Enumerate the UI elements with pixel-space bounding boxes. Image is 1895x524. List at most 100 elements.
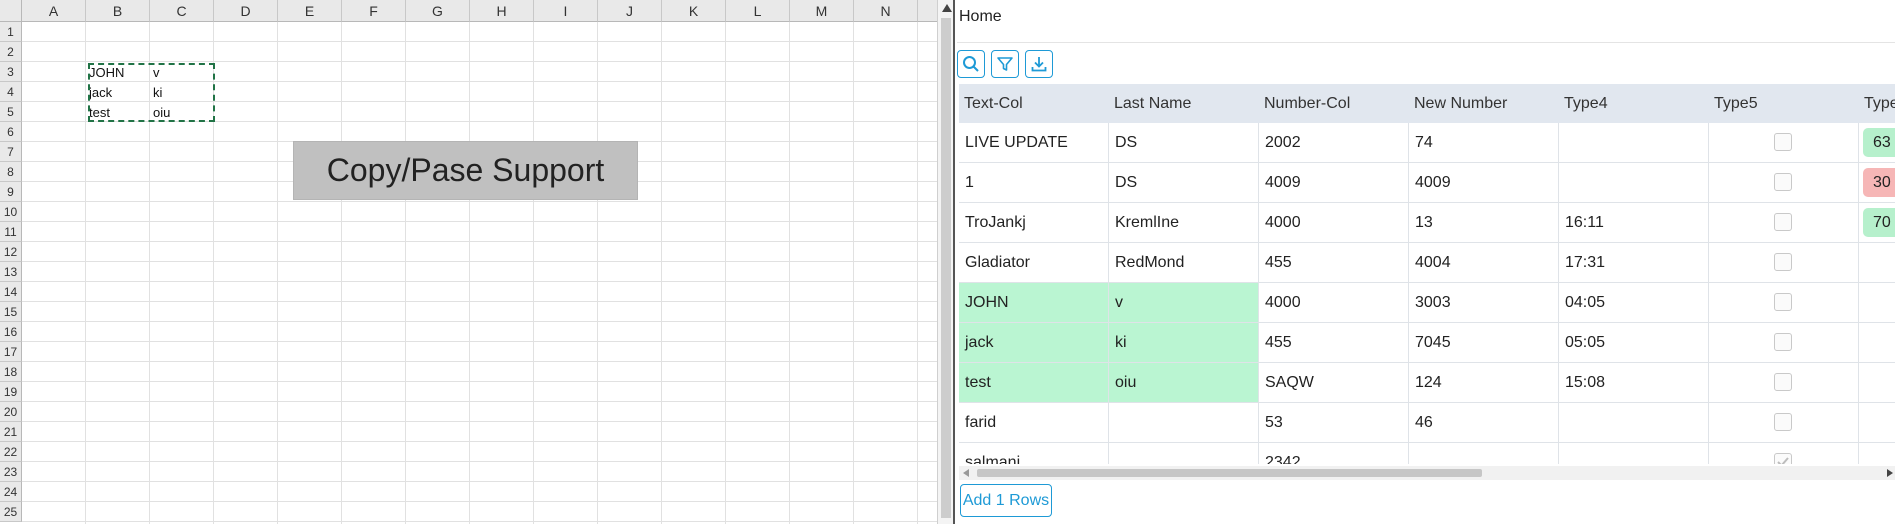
column-header-type5[interactable]: Type5 bbox=[1709, 84, 1859, 123]
row-header-16[interactable]: 16 bbox=[0, 322, 22, 342]
cell-last-name[interactable] bbox=[1109, 403, 1259, 442]
cell-text-col[interactable]: jack bbox=[959, 323, 1109, 362]
column-header-a[interactable]: A bbox=[22, 0, 86, 22]
cell-last-name[interactable]: DS bbox=[1109, 163, 1259, 202]
cell-text-col[interactable]: test bbox=[959, 363, 1109, 402]
column-header-l[interactable]: L bbox=[726, 0, 790, 22]
column-header-n[interactable]: N bbox=[854, 0, 918, 22]
row-header-25[interactable]: 25 bbox=[0, 502, 22, 522]
row-header-8[interactable]: 8 bbox=[0, 162, 22, 182]
cell-number-col[interactable]: 455 bbox=[1259, 323, 1409, 362]
column-header-number-col[interactable]: Number-Col bbox=[1259, 84, 1409, 123]
cell-type4[interactable]: 04:05 bbox=[1559, 283, 1709, 322]
column-header-last-name[interactable]: Last Name bbox=[1109, 84, 1259, 123]
cell-text-col[interactable]: farid bbox=[959, 403, 1109, 442]
cell-text-col[interactable]: Gladiator bbox=[959, 243, 1109, 282]
row-checkbox[interactable] bbox=[1774, 413, 1792, 431]
row-header-17[interactable]: 17 bbox=[0, 342, 22, 362]
breadcrumb-home[interactable]: Home bbox=[957, 0, 1895, 43]
row-header-23[interactable]: 23 bbox=[0, 462, 22, 482]
table-row[interactable]: 1 DS 4009 4009 30 bbox=[959, 163, 1895, 203]
horizontal-scrollbar-thumb[interactable] bbox=[977, 469, 1482, 477]
cell-type4[interactable] bbox=[1559, 403, 1709, 442]
column-header-d[interactable]: D bbox=[214, 0, 278, 22]
cell-text-col[interactable]: JOHN bbox=[959, 283, 1109, 322]
table-row[interactable]: Gladiator RedMond 455 4004 17:31 bbox=[959, 243, 1895, 283]
row-header-2[interactable]: 2 bbox=[0, 42, 22, 62]
row-header-12[interactable]: 12 bbox=[0, 242, 22, 262]
cell-type4[interactable]: 15:08 bbox=[1559, 363, 1709, 402]
add-rows-button[interactable]: Add 1 Rows bbox=[960, 484, 1052, 517]
row-header-4[interactable]: 4 bbox=[0, 82, 22, 102]
column-header-e[interactable]: E bbox=[278, 0, 342, 22]
cell-text-col[interactable]: TroJankj bbox=[959, 203, 1109, 242]
column-header-h[interactable]: H bbox=[470, 0, 534, 22]
cell-type4[interactable]: 16:11 bbox=[1559, 203, 1709, 242]
cell-last-name[interactable]: oiu bbox=[1109, 363, 1259, 402]
column-header-j[interactable]: J bbox=[598, 0, 662, 22]
column-header-overflow[interactable] bbox=[918, 0, 937, 22]
vertical-scrollbar-thumb[interactable] bbox=[941, 18, 951, 518]
cell-last-name[interactable]: KremlIne bbox=[1109, 203, 1259, 242]
cell-type[interactable] bbox=[1859, 363, 1895, 402]
cell-new-number[interactable] bbox=[1409, 443, 1559, 464]
row-checkbox[interactable] bbox=[1774, 453, 1792, 464]
cell-last-name[interactable]: RedMond bbox=[1109, 243, 1259, 282]
cell-new-number[interactable]: 3003 bbox=[1409, 283, 1559, 322]
table-row[interactable]: TroJankj KremlIne 4000 13 16:11 70 bbox=[959, 203, 1895, 243]
cell-new-number[interactable]: 124 bbox=[1409, 363, 1559, 402]
column-header-type[interactable]: Type bbox=[1859, 84, 1895, 123]
table-row[interactable]: farid 53 46 bbox=[959, 403, 1895, 443]
column-header-i[interactable]: I bbox=[534, 0, 598, 22]
cell-number-col[interactable]: 53 bbox=[1259, 403, 1409, 442]
row-header-9[interactable]: 9 bbox=[0, 182, 22, 202]
cell-number-col[interactable]: 2342 bbox=[1259, 443, 1409, 464]
cell-type[interactable]: 70 bbox=[1859, 203, 1895, 242]
column-header-m[interactable]: M bbox=[790, 0, 854, 22]
cell-new-number[interactable]: 7045 bbox=[1409, 323, 1559, 362]
cell-type[interactable] bbox=[1859, 283, 1895, 322]
row-header-20[interactable]: 20 bbox=[0, 402, 22, 422]
cell-new-number[interactable]: 4009 bbox=[1409, 163, 1559, 202]
cell-type4[interactable] bbox=[1559, 443, 1709, 464]
row-checkbox[interactable] bbox=[1774, 253, 1792, 271]
search-button[interactable] bbox=[957, 50, 985, 78]
row-header-24[interactable]: 24 bbox=[0, 482, 22, 502]
row-header-15[interactable]: 15 bbox=[0, 302, 22, 322]
cell-type[interactable]: 63 bbox=[1859, 123, 1895, 162]
cell-number-col[interactable]: 4000 bbox=[1259, 203, 1409, 242]
pane-splitter[interactable] bbox=[937, 0, 955, 524]
column-header-f[interactable]: F bbox=[342, 0, 406, 22]
row-header-1[interactable]: 1 bbox=[0, 22, 22, 42]
column-header-g[interactable]: G bbox=[406, 0, 470, 22]
row-checkbox[interactable] bbox=[1774, 293, 1792, 311]
scroll-left-arrow-icon[interactable] bbox=[963, 469, 969, 477]
cell-number-col[interactable]: 4009 bbox=[1259, 163, 1409, 202]
cell-number-col[interactable]: SAQW bbox=[1259, 363, 1409, 402]
cell-number-col[interactable]: 455 bbox=[1259, 243, 1409, 282]
cell-number-col[interactable]: 4000 bbox=[1259, 283, 1409, 322]
row-header-13[interactable]: 13 bbox=[0, 262, 22, 282]
cell-last-name[interactable] bbox=[1109, 443, 1259, 464]
cell-type4[interactable] bbox=[1559, 123, 1709, 162]
cell-last-name[interactable]: v bbox=[1109, 283, 1259, 322]
cell-type4[interactable]: 05:05 bbox=[1559, 323, 1709, 362]
cell-new-number[interactable]: 4004 bbox=[1409, 243, 1559, 282]
column-header-text-col[interactable]: Text-Col bbox=[959, 84, 1109, 123]
cell-text-col[interactable]: 1 bbox=[959, 163, 1109, 202]
row-header-10[interactable]: 10 bbox=[0, 202, 22, 222]
table-row[interactable]: jack ki 455 7045 05:05 bbox=[959, 323, 1895, 363]
cell-type[interactable]: 30 bbox=[1859, 163, 1895, 202]
row-header-19[interactable]: 19 bbox=[0, 382, 22, 402]
row-checkbox[interactable] bbox=[1774, 213, 1792, 231]
table-row[interactable]: LIVE UPDATE DS 2002 74 63 bbox=[959, 123, 1895, 163]
scroll-right-arrow-icon[interactable] bbox=[1887, 469, 1893, 477]
cell-type[interactable] bbox=[1859, 403, 1895, 442]
table-row[interactable]: JOHN v 4000 3003 04:05 bbox=[959, 283, 1895, 323]
table-row[interactable]: test oiu SAQW 124 15:08 bbox=[959, 363, 1895, 403]
select-all-corner[interactable] bbox=[0, 0, 22, 22]
cell-text-col[interactable]: LIVE UPDATE bbox=[959, 123, 1109, 162]
cell-type[interactable] bbox=[1859, 243, 1895, 282]
row-checkbox[interactable] bbox=[1774, 173, 1792, 191]
scroll-up-arrow-icon[interactable] bbox=[942, 4, 952, 12]
